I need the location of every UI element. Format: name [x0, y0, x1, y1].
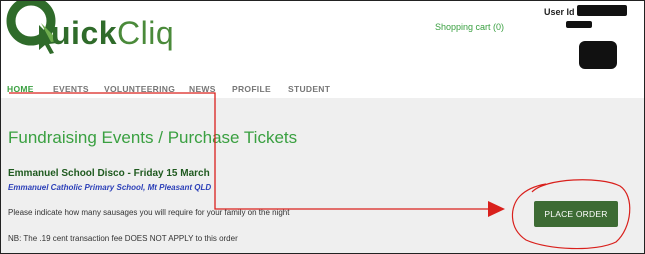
nav-home[interactable]: HOME: [7, 84, 34, 94]
event-name: Emmanuel School Disco - Friday 15 March: [8, 168, 210, 179]
page-title: Fundraising Events / Purchase Tickets: [8, 128, 298, 147]
redacted-user-avatar: [579, 41, 617, 69]
nav-profile[interactable]: PROFILE: [232, 84, 271, 94]
logo-wordmark-main: uick: [51, 15, 118, 51]
nav-events[interactable]: EVENTS: [53, 84, 89, 94]
logo-wordmark: uickCliq: [51, 15, 174, 52]
place-order-button[interactable]: PLACE ORDER: [534, 201, 618, 227]
page-frame: uickCliq Shopping cart (0) User Id HOME …: [0, 0, 645, 254]
event-school: Emmanuel Catholic Primary School, Mt Ple…: [8, 183, 212, 192]
main-content: Fundraising Events / Purchase Tickets Em…: [1, 98, 644, 253]
nav-student[interactable]: STUDENT: [288, 84, 330, 94]
transaction-fee-note: NB: The .19 cent transaction fee DOES NO…: [8, 234, 238, 243]
user-id-label: User Id: [544, 7, 575, 17]
nav-news[interactable]: NEWS: [189, 84, 216, 94]
quickcliq-logo[interactable]: uickCliq: [5, 1, 205, 59]
shopping-cart-link[interactable]: Shopping cart (0): [435, 22, 504, 32]
main-nav: HOME EVENTS VOLUNTEERING NEWS PROFILE ST…: [1, 76, 644, 99]
nav-volunteering[interactable]: VOLUNTEERING: [104, 84, 175, 94]
sausage-instruction: Please indicate how many sausages you wi…: [8, 208, 290, 217]
logo-wordmark-suffix: Cliq: [117, 15, 175, 51]
redacted-user-id: [577, 5, 627, 16]
redacted-user-info: [566, 21, 592, 28]
site-header: uickCliq Shopping cart (0) User Id: [1, 1, 644, 76]
